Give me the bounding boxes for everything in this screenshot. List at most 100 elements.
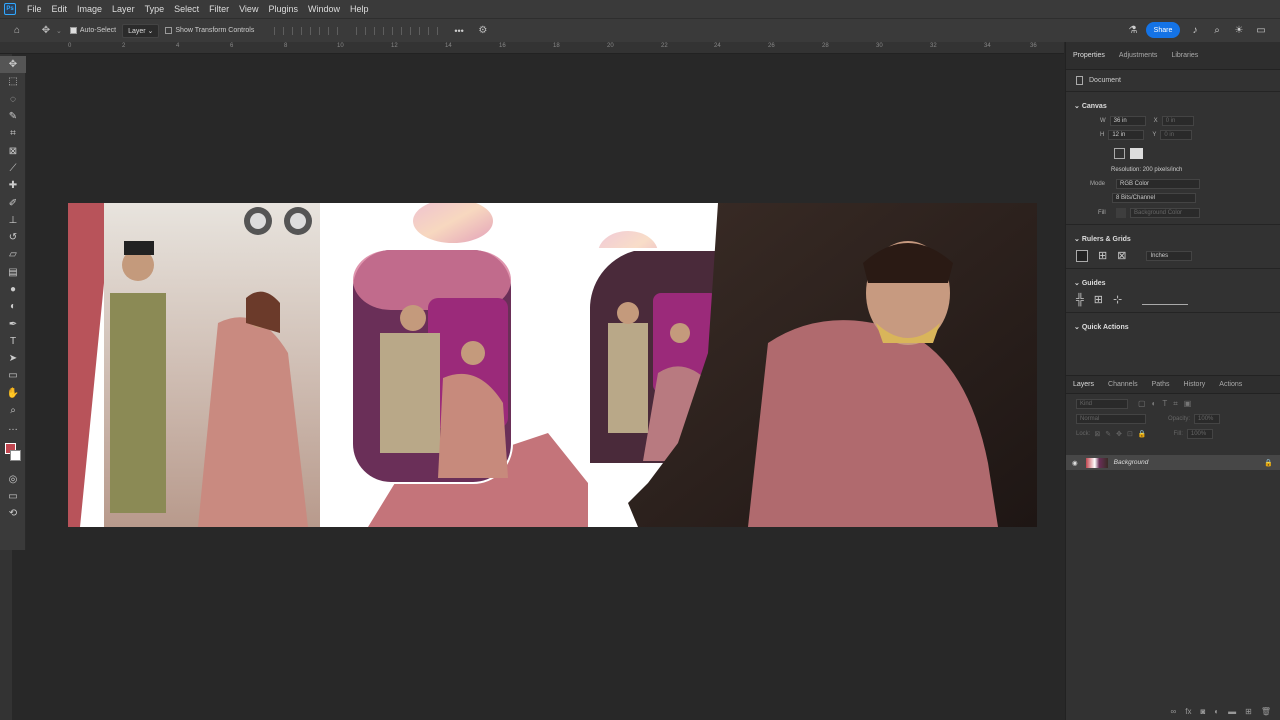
align-center-icon[interactable] — [292, 26, 303, 35]
guide-layout-icon[interactable]: ⊞ — [1094, 293, 1103, 306]
layer-name[interactable]: Background — [1114, 459, 1149, 466]
share-tool-icon[interactable]: ⟲ — [0, 505, 26, 522]
menu-type[interactable]: Type — [140, 4, 170, 14]
menu-help[interactable]: Help — [345, 4, 374, 14]
menu-window[interactable]: Window — [303, 4, 345, 14]
healing-brush-tool-icon[interactable]: ✚ — [0, 177, 26, 194]
opacity-field[interactable]: 100% — [1194, 414, 1221, 424]
guides-icon[interactable]: ╬ — [1076, 294, 1084, 306]
new-layer-icon[interactable]: ⊞ — [1245, 707, 1252, 716]
menu-view[interactable]: View — [234, 4, 263, 14]
edit-toolbar-icon[interactable]: … — [0, 419, 26, 436]
trash-icon[interactable]: 🗑 — [1261, 707, 1271, 716]
align-right-icon[interactable] — [310, 26, 321, 35]
tab-layers[interactable]: Layers — [1066, 381, 1101, 388]
tab-libraries[interactable]: Libraries — [1164, 52, 1205, 59]
canvas-section-title[interactable]: ⌄ Canvas — [1066, 96, 1280, 114]
color-swatches[interactable] — [0, 437, 26, 471]
move-tool-icon[interactable]: ✥ — [39, 24, 53, 38]
height-field[interactable]: 12 in — [1108, 130, 1145, 140]
bit-depth-dropdown[interactable]: 8 Bits/Channel — [1112, 193, 1196, 203]
menu-select[interactable]: Select — [169, 4, 204, 14]
eraser-tool-icon[interactable]: ▱ — [0, 246, 26, 263]
background-color-swatch[interactable] — [10, 449, 21, 461]
history-brush-tool-icon[interactable]: ↺ — [0, 229, 26, 246]
eyedropper-tool-icon[interactable]: ⟋ — [0, 160, 26, 177]
hand-tool-icon[interactable]: ✋ — [0, 385, 26, 402]
blur-tool-icon[interactable]: ● — [0, 281, 26, 298]
fill-swatch[interactable] — [1116, 208, 1126, 218]
share-button[interactable]: Share — [1146, 22, 1180, 38]
grid-icon[interactable]: ⊞ — [1098, 249, 1107, 262]
tab-adjustments[interactable]: Adjustments — [1112, 52, 1165, 59]
dodge-tool-icon[interactable]: ◐ — [0, 298, 26, 315]
pixel-grid-icon[interactable]: ⊠ — [1117, 249, 1126, 262]
align-top-icon[interactable] — [356, 26, 367, 35]
adjustment-layer-icon[interactable]: ◐ — [1214, 707, 1219, 716]
smart-guides-icon[interactable]: ⊹ — [1113, 293, 1122, 306]
gear-icon[interactable]: ⚙ — [476, 24, 490, 38]
blend-mode-dropdown[interactable]: Normal — [1076, 414, 1146, 424]
fx-icon[interactable]: fx — [1185, 707, 1191, 716]
new-group-icon[interactable]: ▬ — [1228, 707, 1236, 716]
album-artboard[interactable] — [68, 203, 1037, 527]
lightbulb-icon[interactable]: ☀ — [1232, 23, 1246, 37]
tab-history[interactable]: History — [1177, 381, 1213, 388]
menu-plugins[interactable]: Plugins — [263, 4, 303, 14]
frame-tool-icon[interactable]: ⊠ — [0, 142, 26, 159]
clone-stamp-tool-icon[interactable]: ⊥ — [0, 212, 26, 229]
guide-style-dropdown[interactable] — [1142, 295, 1189, 305]
brush-tool-icon[interactable]: ✐ — [0, 194, 26, 211]
transform-controls-checkbox[interactable] — [165, 27, 173, 34]
more-options-button[interactable]: ••• — [454, 26, 463, 36]
portrait-orientation-icon[interactable] — [1114, 148, 1125, 159]
width-field[interactable]: 36 in — [1109, 116, 1146, 126]
align-left-icon[interactable] — [274, 26, 285, 35]
move-tool-icon[interactable]: ✥ — [0, 56, 26, 74]
menu-file[interactable]: File — [22, 4, 47, 14]
menu-layer[interactable]: Layer — [107, 4, 140, 14]
layer-filter-icons[interactable]: ▢◐T⌗▣ — [1138, 399, 1197, 409]
ruler-toggle-icon[interactable] — [1076, 249, 1088, 262]
bell-icon[interactable]: ♪ — [1188, 23, 1202, 37]
menu-image[interactable]: Image — [72, 4, 107, 14]
distribute-vertical-icon[interactable] — [410, 26, 421, 35]
quick-actions-section-title[interactable]: ⌄ Quick Actions — [1066, 317, 1280, 335]
distribute-icon[interactable] — [328, 26, 339, 35]
add-mask-icon[interactable]: ◙ — [1200, 707, 1205, 716]
menu-edit[interactable]: Edit — [47, 4, 73, 14]
align-bottom-icon[interactable] — [392, 26, 403, 35]
search-icon[interactable]: ⌕ — [1210, 23, 1224, 37]
lock-icons[interactable]: ⊠✎✥⊡🔒 — [1094, 430, 1151, 438]
y-field[interactable]: 0 in — [1160, 130, 1193, 140]
guides-section-title[interactable]: ⌄ Guides — [1066, 273, 1280, 291]
beaker-icon[interactable]: ⚗ — [1126, 23, 1140, 37]
menu-filter[interactable]: Filter — [204, 4, 234, 14]
workspace-icon[interactable]: ▭ — [1254, 23, 1268, 37]
mode-dropdown[interactable]: RGB Color — [1116, 179, 1200, 189]
ruler-units-dropdown[interactable]: Inches — [1146, 250, 1193, 261]
rectangle-tool-icon[interactable]: ▭ — [0, 367, 26, 384]
eye-icon[interactable]: ◉ — [1072, 459, 1078, 467]
fill-opacity-field[interactable]: 100% — [1186, 429, 1213, 439]
layer-kind-filter[interactable]: Kind — [1076, 399, 1128, 409]
align-middle-icon[interactable] — [374, 26, 385, 35]
layer-row-background[interactable]: ◉ Background 🔒 — [1066, 455, 1280, 470]
landscape-orientation-icon[interactable] — [1130, 148, 1143, 159]
pen-tool-icon[interactable]: ✒ — [0, 315, 26, 332]
rulers-grids-section-title[interactable]: ⌄ Rulers & Grids — [1066, 229, 1280, 247]
link-layers-icon[interactable]: ∞ — [1171, 707, 1177, 716]
tab-paths[interactable]: Paths — [1145, 381, 1177, 388]
type-tool-icon[interactable]: T — [0, 333, 26, 350]
auto-select-target-dropdown[interactable]: Layer ⌄ — [122, 23, 160, 38]
quick-mask-icon[interactable]: ◎ — [0, 471, 26, 488]
quick-select-tool-icon[interactable]: ✎ — [0, 108, 26, 125]
distribute-spacing-icon[interactable] — [428, 26, 439, 35]
zoom-tool-icon[interactable]: ⌕ — [0, 402, 26, 419]
auto-select-checkbox[interactable] — [69, 27, 77, 34]
fill-dropdown[interactable]: Background Color — [1130, 208, 1200, 218]
tab-channels[interactable]: Channels — [1101, 381, 1145, 388]
crop-tool-icon[interactable]: ⌗ — [0, 125, 26, 142]
tab-actions[interactable]: Actions — [1212, 381, 1249, 388]
lasso-tool-icon[interactable]: ◌ — [0, 91, 26, 108]
